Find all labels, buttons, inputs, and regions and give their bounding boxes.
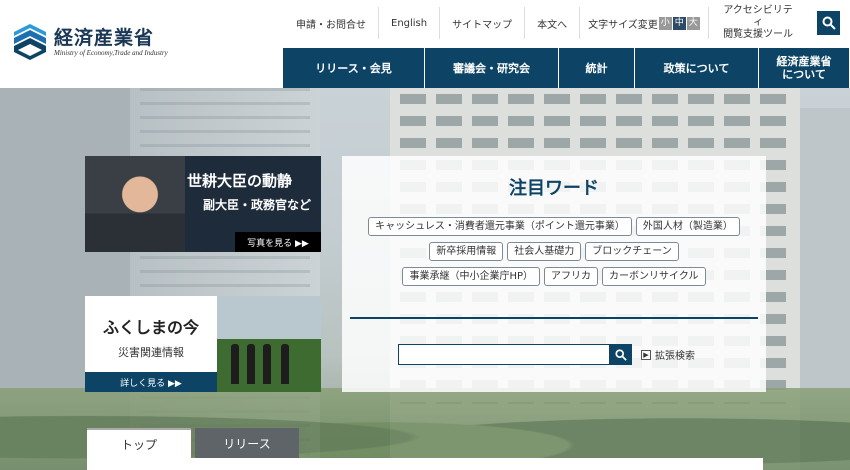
fukushima-banner[interactable]: ふくしまの今 災害関連情報 詳しく見る ▶▶ bbox=[85, 296, 321, 392]
accessibility-tools-link[interactable]: アクセシビリティ 閲覧支援ツール bbox=[709, 5, 808, 40]
fukushima-more-link[interactable]: 詳しく見る ▶▶ bbox=[85, 372, 217, 392]
keyword-cashless[interactable]: キャッシュレス・消費者還元事業（ポイント還元事業） bbox=[368, 217, 632, 236]
util-link-inquiry[interactable]: 申請・お問合せ bbox=[282, 7, 379, 39]
nav-council[interactable]: 審議会・研究会 bbox=[425, 48, 559, 88]
keyword-carbon-recycle[interactable]: カーボンリサイクル bbox=[602, 267, 706, 286]
keywords-panel: 注目ワード キャッシュレス・消費者還元事業（ポイント還元事業） 外国人材（製造業… bbox=[342, 156, 766, 392]
advanced-search-label: 拡張検索 bbox=[655, 351, 695, 362]
search-icon bbox=[615, 348, 627, 361]
keyword-list: キャッシュレス・消費者還元事業（ポイント還元事業） 外国人材（製造業） 新卒採用… bbox=[348, 217, 760, 292]
site-search-button[interactable] bbox=[610, 344, 632, 365]
site-search-input[interactable] bbox=[398, 344, 610, 365]
minister-photo bbox=[85, 156, 185, 252]
play-arrow-icon: ▶ bbox=[641, 349, 651, 360]
minister-banner-subtitle: 副大臣・政務官など bbox=[203, 198, 312, 212]
util-link-english[interactable]: English bbox=[379, 7, 441, 39]
content-area bbox=[87, 458, 763, 470]
utility-bar: 申請・お問合せ English サイトマップ 本文へ 文字サイズ変更 小 中 大… bbox=[282, 5, 840, 40]
global-nav: リリース・会見 審議会・研究会 統計 政策について 経済産業省 について bbox=[283, 48, 849, 88]
keyword-blockchain[interactable]: ブロックチェーン bbox=[585, 242, 679, 261]
nav-about[interactable]: 経済産業省 について bbox=[759, 48, 849, 88]
advanced-search-link[interactable]: ▶ 拡張検索 bbox=[641, 347, 695, 362]
minister-activity-banner[interactable]: 世耕大臣の動静 副大臣・政務官など 写真を見る ▶▶ bbox=[85, 156, 321, 252]
util-link-skip-to-content[interactable]: 本文へ bbox=[525, 7, 581, 39]
nav-statistics[interactable]: 統計 bbox=[559, 48, 635, 88]
minister-banner-title: 世耕大臣の動静 bbox=[187, 172, 293, 190]
keywords-title: 注目ワード bbox=[509, 178, 599, 199]
font-size-small-button[interactable]: 小 bbox=[658, 16, 672, 30]
fukushima-banner-subtitle: 災害関連情報 bbox=[118, 346, 184, 359]
keyword-recruitment[interactable]: 新卒採用情報 bbox=[429, 242, 504, 261]
nav-about-line2: について bbox=[782, 68, 826, 81]
font-size-label: 文字サイズ変更 bbox=[588, 19, 658, 31]
util-link-sitemap[interactable]: サイトマップ bbox=[440, 7, 526, 39]
accessibility-line1: アクセシビリティ bbox=[723, 5, 793, 28]
font-size-medium-button[interactable]: 中 bbox=[672, 16, 686, 30]
tab-release[interactable]: リリース bbox=[195, 428, 299, 458]
nav-release[interactable]: リリース・会見 bbox=[283, 48, 425, 88]
panel-divider bbox=[350, 317, 758, 319]
keyword-business-succession[interactable]: 事業承継（中小企業庁HP） bbox=[402, 267, 541, 286]
site-logo[interactable]: 経済産業省 Ministry of Economy,Trade and Indu… bbox=[12, 22, 168, 62]
fukushima-banner-title: ふくしまの今 bbox=[102, 318, 199, 337]
person-figure bbox=[263, 344, 271, 384]
accessibility-line2: 閲覧支援ツール bbox=[723, 29, 794, 40]
keyword-foreign-workers[interactable]: 外国人材（製造業） bbox=[635, 217, 740, 236]
nav-policy[interactable]: 政策について bbox=[635, 48, 759, 88]
hero-section: 世耕大臣の動静 副大臣・政務官など 写真を見る ▶▶ ふくしまの今 災害関連情報… bbox=[0, 88, 850, 470]
meti-logo-icon bbox=[14, 24, 46, 60]
header-search-button[interactable] bbox=[817, 11, 840, 35]
logo-text-jp: 経済産業省 bbox=[54, 26, 155, 49]
font-size-control: 文字サイズ変更 小 中 大 bbox=[580, 7, 709, 39]
keyword-africa[interactable]: アフリカ bbox=[544, 267, 599, 286]
nav-about-line1: 経済産業省 bbox=[776, 55, 832, 68]
person-figure bbox=[247, 344, 255, 384]
fukushima-photo bbox=[217, 296, 321, 392]
keyword-fundamental-skills[interactable]: 社会人基礎力 bbox=[507, 242, 582, 261]
site-header: 経済産業省 Ministry of Economy,Trade and Indu… bbox=[0, 0, 850, 88]
font-size-large-button[interactable]: 大 bbox=[686, 16, 700, 30]
tab-top[interactable]: トップ bbox=[87, 428, 191, 458]
search-icon bbox=[822, 16, 836, 30]
person-figure bbox=[281, 344, 289, 384]
logo-text-en: Ministry of Economy,Trade and Industry bbox=[54, 48, 168, 57]
person-figure bbox=[231, 344, 239, 384]
minister-photo-link[interactable]: 写真を見る ▶▶ bbox=[235, 232, 321, 252]
